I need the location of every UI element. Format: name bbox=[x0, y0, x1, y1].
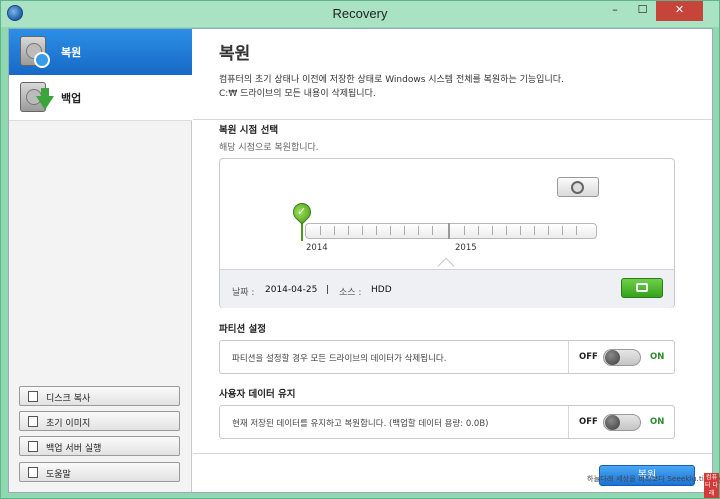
partition-title: 파티션 설정 bbox=[219, 324, 267, 335]
user-data-toggle[interactable] bbox=[603, 414, 641, 431]
button-label: 디스크 복사 bbox=[46, 394, 91, 404]
year-label: 2014 bbox=[306, 243, 328, 253]
divider bbox=[193, 119, 712, 120]
restore-point-info: 날짜 : 2014-04-25 | 소스 : HDD bbox=[220, 269, 674, 308]
info-divider: | bbox=[326, 285, 330, 295]
page-title: 복원 bbox=[219, 44, 251, 64]
source-value: HDD bbox=[371, 285, 392, 295]
divider bbox=[568, 341, 569, 373]
partition-option: 파티션을 설정할 경우 모든 드라이브의 데이터가 삭제됩니다. OFF ON bbox=[219, 340, 675, 374]
watermark-text: 하늘다래 세상을 바라보다 Seeeklu.tistory bbox=[587, 475, 720, 483]
year-divider bbox=[448, 223, 450, 239]
divider bbox=[193, 453, 712, 454]
search-icon bbox=[636, 283, 648, 292]
off-label: OFF bbox=[579, 352, 598, 362]
partition-text: 파티션을 설정할 경우 모든 드라이브의 데이터가 삭제됩니다. bbox=[232, 354, 447, 364]
main-panel: 복원 컴퓨터의 초기 상태나 이전에 저장한 상태로 Windows 시스템 전… bbox=[193, 29, 712, 492]
sidebar-item-backup[interactable]: 백업 bbox=[9, 75, 192, 121]
toggle-knob bbox=[605, 415, 620, 430]
disk-copy-button[interactable]: 디스크 복사 bbox=[19, 386, 180, 406]
user-data-title: 사용자 데이터 유지 bbox=[219, 389, 296, 400]
initial-image-button[interactable]: 초기 이미지 bbox=[19, 411, 180, 431]
restore-point-timeline: ✓ 2014 2015 날짜 : 2014-04-25 | 소스 : HDD bbox=[219, 158, 675, 308]
sidebar-item-label: 복원 bbox=[61, 46, 82, 59]
button-label: 백업 서버 실행 bbox=[46, 444, 102, 454]
help-icon bbox=[28, 467, 38, 478]
button-label: 초기 이미지 bbox=[46, 419, 91, 429]
source-label: 소스 : bbox=[339, 288, 362, 298]
backup-server-button[interactable]: 백업 서버 실행 bbox=[19, 436, 180, 456]
backup-drive-icon bbox=[18, 80, 54, 116]
check-icon: ✓ bbox=[297, 205, 307, 218]
toggle-knob bbox=[605, 350, 620, 365]
user-data-option: 현재 저장된 데이터를 유지하고 복원합니다. (백업할 데이터 용량: 0.0… bbox=[219, 405, 675, 439]
partition-toggle[interactable] bbox=[603, 349, 641, 366]
help-button[interactable]: 도움말 bbox=[19, 462, 180, 482]
description-line: 컴퓨터의 초기 상태나 이전에 저장한 상태로 Windows 시스템 전체를 … bbox=[219, 75, 564, 85]
restore-point-title: 복원 시점 선택 bbox=[219, 125, 279, 136]
restore-drive-icon bbox=[18, 34, 52, 70]
page-description: 컴퓨터의 초기 상태나 이전에 저장한 상태로 Windows 시스템 전체를 … bbox=[219, 73, 699, 101]
sidebar-item-restore[interactable]: 복원 bbox=[9, 29, 192, 75]
on-label: ON bbox=[650, 417, 665, 427]
date-value: 2014-04-25 bbox=[265, 285, 318, 295]
calendar-button[interactable] bbox=[557, 177, 599, 197]
off-label: OFF bbox=[579, 417, 598, 427]
date-label: 날짜 : bbox=[232, 288, 255, 298]
disk-copy-icon bbox=[28, 391, 38, 402]
maximize-button[interactable]: ☐ bbox=[629, 1, 656, 21]
app-window: Recovery – ☐ ✕ 복원 백업 디스크 복사 초기 이미지 백업 서버… bbox=[0, 0, 720, 499]
sidebar: 복원 백업 디스크 복사 초기 이미지 백업 서버 실행 도움말 bbox=[9, 29, 192, 492]
description-line: C:₩ 드라이브의 모든 내용이 삭제됩니다. bbox=[219, 89, 376, 99]
close-button[interactable]: ✕ bbox=[656, 1, 703, 21]
user-data-text: 현재 저장된 데이터를 유지하고 복원합니다. (백업할 데이터 용량: 0.0… bbox=[232, 419, 489, 429]
minimize-button[interactable]: – bbox=[601, 1, 629, 21]
initial-image-icon bbox=[28, 416, 38, 427]
browse-restore-point-button[interactable] bbox=[621, 278, 663, 298]
button-label: 도움말 bbox=[46, 470, 71, 480]
divider bbox=[568, 406, 569, 438]
watermark-badge: 컴퓨터 다래 bbox=[704, 473, 719, 498]
backup-server-icon bbox=[28, 441, 38, 452]
restore-point-subtitle: 해당 시점으로 복원합니다. bbox=[219, 143, 319, 153]
on-label: ON bbox=[650, 352, 665, 362]
globe-refresh-icon bbox=[571, 181, 584, 194]
sidebar-item-label: 백업 bbox=[61, 92, 82, 105]
year-label: 2015 bbox=[455, 243, 477, 253]
client-area: 복원 백업 디스크 복사 초기 이미지 백업 서버 실행 도움말 복원 컴퓨터의… bbox=[8, 28, 713, 493]
title-bar[interactable]: Recovery – ☐ ✕ bbox=[1, 1, 719, 27]
